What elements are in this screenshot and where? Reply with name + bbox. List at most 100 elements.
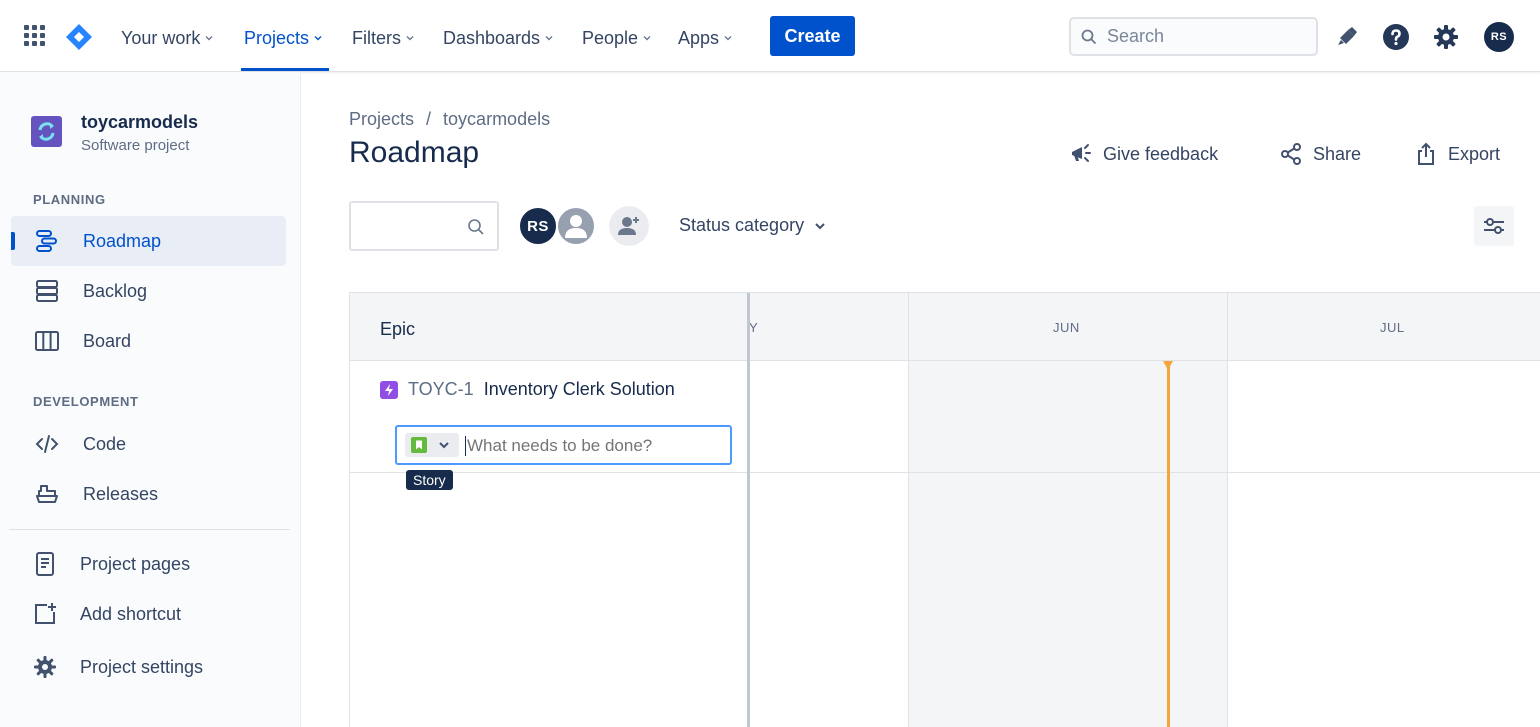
chevron-down-icon <box>406 36 414 41</box>
chevron-down-icon <box>724 36 732 41</box>
status-category-filter[interactable]: Status category <box>679 215 826 236</box>
active-item-indicator <box>11 232 15 250</box>
epic-row[interactable]: TOYC-1 Inventory Clerk Solution <box>380 379 675 400</box>
issue-summary-input[interactable] <box>465 436 715 456</box>
search-placeholder: Search <box>1107 26 1165 46</box>
give-feedback-label: Give feedback <box>1103 143 1219 164</box>
month-label-may: Y <box>749 320 759 335</box>
month-label-jun: JUN <box>1053 320 1080 335</box>
sidebar-divider <box>9 529 290 530</box>
export-button[interactable]: Export <box>1414 140 1500 168</box>
breadcrumb-separator: / <box>426 109 432 129</box>
add-shortcut-icon <box>35 603 56 624</box>
nav-apps-label: Apps <box>678 27 720 48</box>
project-avatar-icon <box>31 116 62 147</box>
top-navigation: Your work Projects Filters Dashboards Pe… <box>0 0 1540 72</box>
board-icon <box>35 331 59 351</box>
breadcrumb-projects-link[interactable]: Projects <box>349 109 414 130</box>
assignee-filter-avatar[interactable]: RS <box>518 206 558 246</box>
sliders-icon <box>1484 218 1504 234</box>
roadmap-timeline: Epic Y JUN JUL TOYC-1 Inventory Clerk So… <box>349 292 1540 727</box>
notifications-icon[interactable] <box>1333 23 1361 51</box>
nav-dashboards-label: Dashboards <box>443 27 541 48</box>
sidebar-item-backlog[interactable]: Backlog <box>11 266 286 316</box>
page-title: Roadmap <box>349 136 480 169</box>
sidebar-item-project-settings[interactable]: Project settings <box>11 642 286 692</box>
chevron-down-icon <box>815 222 825 229</box>
story-icon <box>411 437 427 453</box>
sidebar-item-label: Backlog <box>83 281 148 301</box>
sidebar-item-add-shortcut[interactable]: Add shortcut <box>11 589 286 639</box>
share-button[interactable]: Share <box>1279 140 1361 168</box>
status-category-label: Status category <box>679 215 805 235</box>
nav-your-work[interactable]: Your work <box>121 24 214 52</box>
nav-dashboards[interactable]: Dashboards <box>443 24 554 52</box>
sidebar-item-board[interactable]: Board <box>11 316 286 366</box>
epic-name[interactable]: Inventory Clerk Solution <box>484 379 675 400</box>
add-people-icon[interactable] <box>609 206 649 246</box>
month-divider <box>908 293 909 727</box>
nav-projects-label: Projects <box>244 27 310 48</box>
sidebar-item-releases[interactable]: Releases <box>11 469 286 519</box>
issue-type-tooltip: Story <box>406 470 453 490</box>
sidebar-item-label: Board <box>83 331 132 351</box>
search-input[interactable]: Search <box>1069 17 1318 56</box>
issue-type-picker[interactable] <box>405 433 459 457</box>
sidebar-item-label: Releases <box>83 484 159 504</box>
month-label-jul: JUL <box>1380 320 1405 335</box>
give-feedback-button[interactable]: Give feedback <box>1069 140 1218 168</box>
today-marker-line <box>1167 361 1170 727</box>
active-nav-indicator <box>241 68 329 71</box>
chevron-down-icon <box>643 36 651 41</box>
user-avatar[interactable]: RS <box>1484 22 1514 52</box>
backlog-icon <box>36 280 58 302</box>
chevron-down-icon <box>545 36 553 41</box>
sidebar-item-label: Add shortcut <box>80 604 182 624</box>
create-button[interactable]: Create <box>770 16 855 56</box>
nav-your-work-label: Your work <box>121 27 201 48</box>
jira-logo-icon[interactable] <box>64 22 94 52</box>
help-icon[interactable] <box>1382 23 1410 51</box>
nav-projects[interactable]: Projects <box>244 24 323 52</box>
nav-people[interactable]: People <box>582 24 652 52</box>
row-separator <box>350 472 1540 473</box>
planning-section-label: PLANNING <box>33 192 106 207</box>
nav-apps[interactable]: Apps <box>678 24 733 52</box>
nav-filters[interactable]: Filters <box>352 24 415 52</box>
project-type: Software project <box>81 137 190 154</box>
search-icon <box>468 219 484 235</box>
view-settings-button[interactable] <box>1474 206 1514 246</box>
app-switcher-icon[interactable] <box>24 25 48 49</box>
share-label: Share <box>1313 143 1362 164</box>
development-section-label: DEVELOPMENT <box>33 394 139 409</box>
create-issue-row <box>395 425 732 465</box>
list-timeline-resizer[interactable] <box>747 293 750 727</box>
breadcrumb-project-link[interactable]: toycarmodels <box>443 109 550 130</box>
sidebar-item-project-pages[interactable]: Project pages <box>11 539 286 589</box>
sidebar-item-roadmap[interactable]: Roadmap <box>11 216 286 266</box>
epic-column-header: Epic <box>380 319 416 339</box>
gear-icon <box>34 656 56 678</box>
code-icon <box>35 435 59 453</box>
settings-gear-icon[interactable] <box>1432 23 1460 51</box>
epic-key[interactable]: TOYC-1 <box>408 379 474 400</box>
sidebar-item-label: Roadmap <box>83 231 162 251</box>
project-sidebar: toycarmodels Software project PLANNING R… <box>0 72 301 727</box>
export-icon <box>1418 142 1434 165</box>
sidebar-item-label: Code <box>83 434 127 454</box>
chevron-down-icon <box>439 442 449 449</box>
roadmap-search-input[interactable] <box>349 201 499 251</box>
search-icon <box>1081 29 1097 44</box>
roadmap-icon <box>36 230 57 252</box>
megaphone-icon <box>1072 144 1091 162</box>
nav-people-label: People <box>582 27 639 48</box>
nav-filters-label: Filters <box>352 27 401 48</box>
sidebar-item-code[interactable]: Code <box>11 419 286 469</box>
current-month-column <box>909 361 1228 727</box>
unassigned-avatar-icon[interactable] <box>556 206 596 246</box>
breadcrumb: Projects / toycarmodels <box>349 109 550 130</box>
timeline-header <box>350 293 1540 361</box>
project-name[interactable]: toycarmodels <box>81 112 198 133</box>
epic-icon <box>380 380 398 399</box>
export-label: Export <box>1448 143 1501 164</box>
